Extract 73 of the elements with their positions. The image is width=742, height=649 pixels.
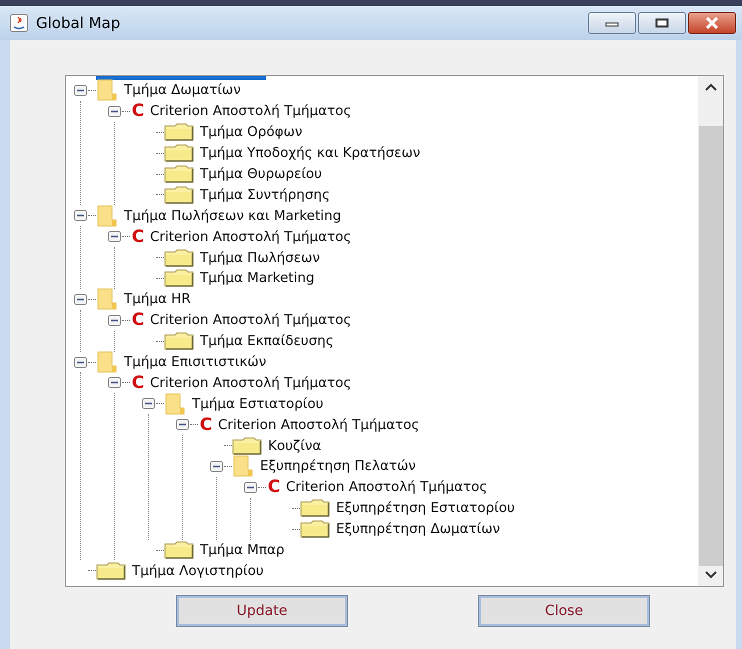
folder-icon (164, 123, 194, 142)
folder-icon (300, 499, 330, 518)
criterion-icon: C (198, 414, 214, 435)
collapse-icon[interactable] (74, 210, 86, 222)
tree-item[interactable]: Criterion Αποστολή Τμήματος (150, 374, 352, 391)
folder-icon (164, 144, 194, 162)
folder-icon (300, 520, 330, 538)
scrollbar[interactable] (698, 76, 723, 586)
criterion-icon: C (130, 372, 146, 393)
tree-item[interactable]: Criterion Αποστολή Τμήματος (150, 103, 352, 120)
folder-icon (164, 186, 194, 204)
close-button[interactable] (688, 12, 736, 34)
maximize-icon (655, 18, 669, 28)
criterion-icon: C (130, 310, 146, 330)
tree-item[interactable]: Criterion Αποστολή Τμήματος (150, 228, 352, 245)
tree-item[interactable]: Τμήμα Πωλήσεων (200, 250, 320, 266)
tree-item[interactable]: Τμήμα Μπαρ (200, 542, 284, 558)
scroll-down-icon[interactable] (704, 570, 718, 580)
tree-item[interactable]: Εξυπηρέτηση Πελατών (260, 458, 416, 474)
window-title: Global Map (36, 14, 120, 32)
collapse-icon[interactable] (74, 294, 86, 305)
tree-item[interactable]: Τμήμα Θυρωρείου (200, 166, 322, 182)
folder-icon (96, 288, 118, 310)
collapse-icon[interactable] (108, 106, 120, 117)
folder-icon (96, 351, 118, 374)
collapse-icon[interactable] (176, 419, 188, 430)
tree-item[interactable]: Τμήμα Πωλήσεων και Marketing (124, 208, 342, 224)
collapse-icon[interactable] (74, 84, 86, 96)
folder-icon (232, 455, 254, 478)
tree-item[interactable]: Criterion Αποστολή Τμήματος (286, 479, 488, 496)
folder-icon (96, 204, 118, 227)
tree-item[interactable]: Τμήμα Ορόφων (200, 124, 302, 140)
folder-icon (164, 332, 194, 350)
tree-item[interactable]: Τμήμα Εκπαίδευσης (200, 333, 334, 350)
collapse-icon[interactable] (210, 460, 222, 472)
folder-icon (96, 79, 118, 102)
folder-icon (164, 392, 186, 415)
tree-item[interactable]: Εξυπηρέτηση Δωματίων (336, 521, 500, 538)
app-icon (10, 14, 28, 32)
tree-item[interactable]: Τμήμα Δωματίων (124, 82, 241, 98)
scroll-thumb[interactable] (698, 126, 722, 566)
collapse-icon[interactable] (74, 356, 86, 368)
tree-item[interactable]: Τμήμα HR (124, 291, 191, 308)
tree-item[interactable]: Τμήμα Επισιτιστικών (124, 354, 266, 370)
scroll-up-icon[interactable] (704, 82, 718, 92)
tree-item[interactable]: Τμήμα Συντήρησης (200, 186, 330, 203)
tree-item[interactable]: Κουζίνα (268, 438, 322, 454)
update-button[interactable]: Update (177, 596, 347, 626)
folder-icon (164, 165, 194, 183)
tree-item[interactable]: Τμήμα Marketing (200, 270, 314, 286)
collapse-icon[interactable] (108, 314, 120, 326)
folder-icon (232, 436, 262, 455)
folder-icon (164, 248, 194, 267)
folder-icon (96, 562, 126, 580)
tree-item[interactable]: Criterion Αποστολή Τμήματος (218, 416, 420, 433)
collapse-icon[interactable] (108, 231, 120, 242)
tree-item[interactable]: Εξυπηρέτηση Εστιατορίου (336, 500, 515, 516)
tree-item[interactable]: Criterion Αποστολή Τμήματος (150, 312, 352, 328)
tree-item[interactable]: Τμήμα Λογιστηρίου (132, 562, 264, 579)
tree-item[interactable]: Τμήμα Εστιατορίου (192, 396, 324, 412)
collapse-icon[interactable] (108, 377, 120, 388)
folder-icon (164, 541, 194, 560)
tree-item[interactable]: Τμήμα Υποδοχής και Κρατήσεων (200, 145, 420, 162)
minimize-button[interactable] (588, 12, 636, 34)
criterion-icon: C (266, 477, 282, 498)
close-dialog-button[interactable]: Close (479, 596, 649, 626)
criterion-icon: C (130, 226, 146, 247)
collapse-icon[interactable] (142, 398, 154, 410)
close-icon (704, 17, 720, 29)
criterion-icon: C (130, 101, 146, 122)
maximize-button[interactable] (638, 12, 686, 34)
collapse-icon[interactable] (244, 482, 256, 493)
folder-icon (164, 269, 194, 288)
